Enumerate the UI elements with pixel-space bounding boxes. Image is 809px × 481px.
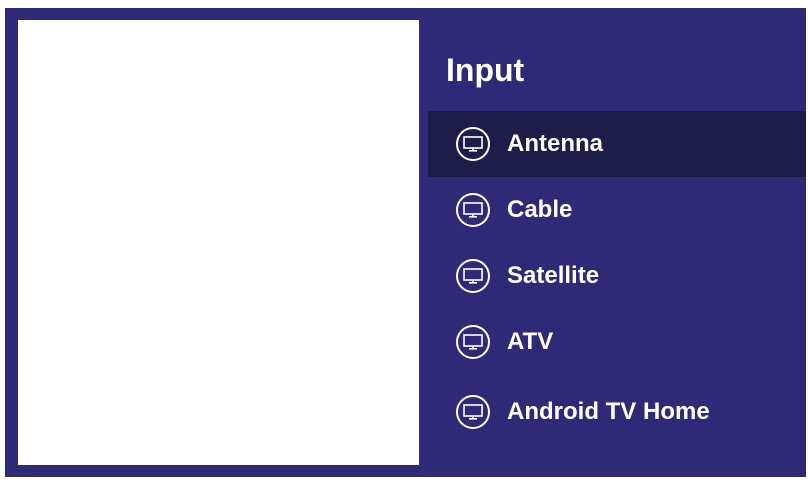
- input-panel: Input Antenna Cable Satellite ATV Androi…: [428, 8, 806, 477]
- tv-icon: [456, 259, 490, 293]
- video-preview: [18, 20, 419, 465]
- input-item-cable[interactable]: Cable: [428, 177, 806, 243]
- input-item-label: Android TV Home: [507, 398, 710, 425]
- tv-icon: [456, 325, 490, 359]
- input-list: Antenna Cable Satellite ATV Android TV H…: [428, 111, 806, 445]
- tv-icon: [456, 127, 490, 161]
- input-item-label: Cable: [507, 196, 573, 223]
- input-item-antenna[interactable]: Antenna: [428, 111, 806, 177]
- input-item-satellite[interactable]: Satellite: [428, 243, 806, 309]
- input-item-label: Antenna: [507, 130, 603, 157]
- tv-screen: Input Antenna Cable Satellite ATV Androi…: [5, 8, 806, 477]
- tv-icon: [456, 193, 490, 227]
- panel-title: Input: [446, 52, 525, 88]
- input-item-atv[interactable]: ATV: [428, 309, 806, 375]
- input-item-label: ATV: [507, 328, 554, 355]
- tv-icon: [456, 395, 490, 429]
- input-item-label: Satellite: [507, 262, 600, 289]
- input-item-android-tv-home[interactable]: Android TV Home: [428, 379, 806, 445]
